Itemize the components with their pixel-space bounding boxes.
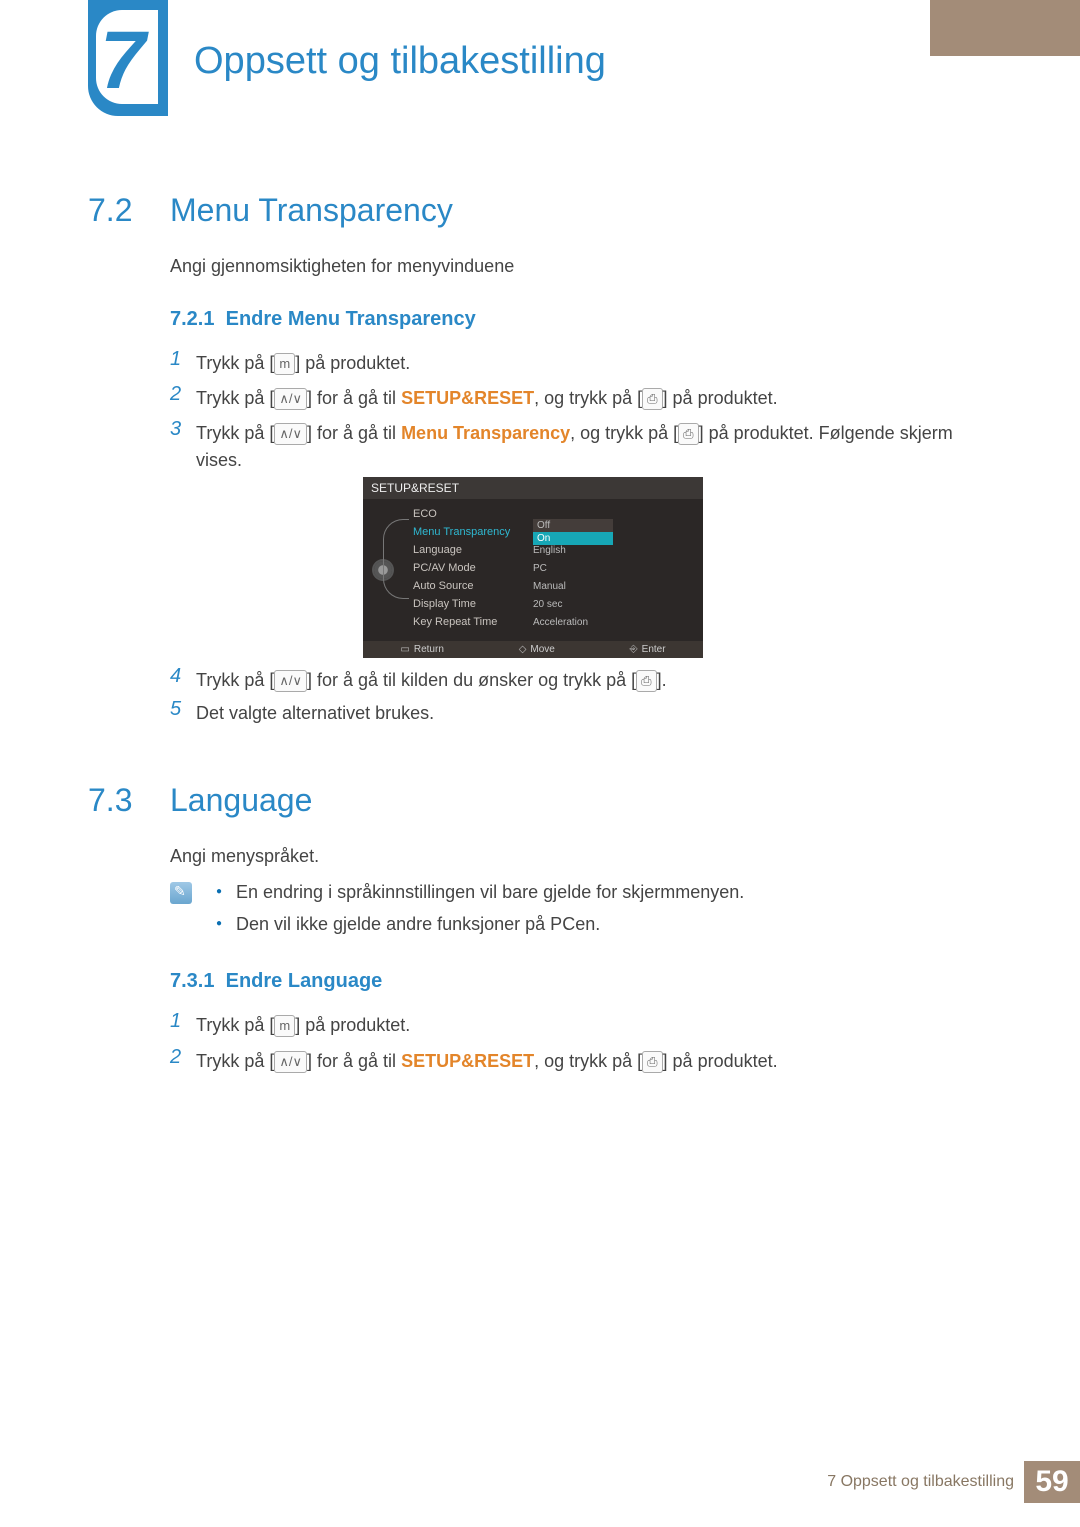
sub-num: 7.2.1 [170, 308, 214, 330]
step73-1-num: 1 [170, 1010, 181, 1033]
step-4-text: Trykk på [∧/∨] for å gå til kilden du øn… [196, 667, 956, 694]
updown-key-icon: ∧/∨ [274, 670, 307, 692]
section-title-73: Language [170, 782, 312, 819]
step-5-text: Det valgte alternativet brukes. [196, 700, 956, 727]
footer-text: 7 Oppsett og tilbakestilling [827, 1473, 1014, 1491]
section-number-73: 7.3 [88, 782, 132, 819]
osd-footer: Return Move Enter [363, 641, 703, 658]
osd-arc [383, 519, 409, 599]
m-key-icon: m [274, 353, 295, 375]
bullet-icon: ● [216, 918, 222, 929]
subsection-721: 7.2.1 Endre Menu Transparency [170, 308, 476, 331]
step-5-num: 5 [170, 698, 181, 721]
top-stripe [930, 0, 1080, 56]
page-footer: 7 Oppsett og tilbakestilling 59 [827, 1461, 1080, 1503]
sub-title: Endre Menu Transparency [226, 308, 476, 330]
chapter-title: Oppsett og tilbakestilling [194, 40, 606, 83]
note-1: En endring i språkinnstillingen vil bare… [236, 882, 744, 903]
updown-key-icon: ∧/∨ [274, 1051, 307, 1073]
enter-key-icon: ⎙ [642, 388, 662, 410]
enter-key-icon: ⎙ [642, 1051, 662, 1073]
m-key-icon: m [274, 1015, 295, 1037]
step-2-text: Trykk på [∧/∨] for å gå til SETUP&RESET,… [196, 385, 956, 412]
step-4-num: 4 [170, 665, 181, 688]
note-2: Den vil ikke gjelde andre funksjoner på … [236, 914, 600, 935]
osd-title: SETUP&RESET [363, 477, 703, 499]
chapter-number: 7 [100, 14, 146, 108]
sub-num: 7.3.1 [170, 970, 214, 992]
section73-intro: Angi menyspråket. [170, 846, 319, 867]
updown-key-icon: ∧/∨ [274, 423, 307, 445]
step-3-num: 3 [170, 418, 181, 441]
updown-key-icon: ∧/∨ [274, 388, 307, 410]
step-1-num: 1 [170, 348, 181, 371]
step73-2-num: 2 [170, 1046, 181, 1069]
enter-key-icon: ⎙ [636, 670, 656, 692]
section-number-72: 7.2 [88, 192, 132, 229]
step-2-num: 2 [170, 383, 181, 406]
osd-menu: ECO Menu Transparency Off On LanguageEng… [403, 499, 703, 641]
step-1-text: Trykk på [m] på produktet. [196, 350, 956, 377]
step-3-text: Trykk på [∧/∨] for å gå til Menu Transpa… [196, 420, 956, 474]
step73-1-text: Trykk på [m] på produktet. [196, 1012, 956, 1039]
section72-intro: Angi gjennomsiktigheten for menyvinduene [170, 256, 514, 277]
step73-2-text: Trykk på [∧/∨] for å gå til SETUP&RESET,… [196, 1048, 956, 1075]
sub-title: Endre Language [226, 970, 383, 992]
page-number: 59 [1024, 1461, 1080, 1503]
note-icon [170, 882, 192, 904]
enter-key-icon: ⎙ [678, 423, 698, 445]
subsection-731: 7.3.1 Endre Language [170, 970, 382, 993]
section-title-72: Menu Transparency [170, 192, 453, 229]
bullet-icon: ● [216, 886, 222, 897]
osd-screenshot: SETUP&RESET ECO Menu Transparency Off On… [363, 477, 703, 658]
